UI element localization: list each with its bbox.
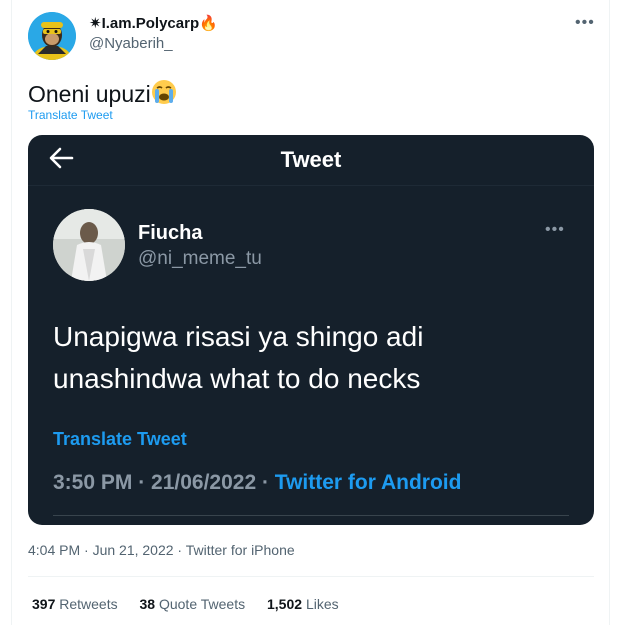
ape-avatar-icon: [28, 12, 76, 60]
tweet-text-content: Oneni upuzi: [28, 81, 151, 107]
tweet-timestamp[interactable]: 4:04 PM · Jun 21, 2022 · Twitter for iPh…: [28, 542, 295, 558]
embedded-tweet-screenshot[interactable]: Tweet Fiucha @ni_meme_tu ••• Unapigwa ri…: [28, 135, 594, 525]
crying-face-emoji-icon: [151, 79, 177, 111]
embedded-bottom-divider: [53, 515, 569, 516]
tweet-text: Oneni upuzi: [28, 79, 177, 111]
retweets-label: Retweets: [59, 596, 118, 612]
quote-tweets-stat[interactable]: 38 Quote Tweets: [140, 596, 246, 612]
retweets-count: 397: [32, 596, 56, 612]
embedded-tweet-text: Unapigwa risasi ya shingo adi unashindwa…: [53, 321, 424, 394]
translate-tweet-link[interactable]: Translate Tweet: [28, 108, 113, 122]
person-photo-icon: [53, 209, 125, 281]
embedded-author-name: Fiucha: [138, 222, 203, 244]
embedded-translate-label: Translate Tweet: [53, 429, 187, 449]
embedded-author-handle: @ni_meme_tu: [138, 248, 262, 269]
tweet-stats: 397 Retweets 38 Quote Tweets 1,502 Likes: [32, 596, 357, 612]
author-handle[interactable]: @Nyaberih_: [89, 35, 173, 52]
author-display-name[interactable]: ✷I.am.Polycarp🔥: [89, 14, 218, 32]
embedded-time: 3:50 PM · 21/06/2022 ·: [53, 471, 275, 494]
quotes-count: 38: [139, 596, 156, 612]
embedded-header-title: Tweet: [280, 147, 342, 172]
retweets-stat[interactable]: 397 Retweets: [32, 596, 118, 612]
likes-label: Likes: [305, 596, 339, 612]
embedded-more-icon: •••: [545, 221, 565, 238]
quotes-label: Quote Tweets: [158, 596, 246, 612]
author-avatar[interactable]: [28, 12, 76, 60]
embedded-source: Twitter for Android: [274, 471, 462, 494]
divider: [28, 576, 594, 577]
likes-count: 1,502: [267, 596, 303, 612]
embedded-divider: [28, 185, 594, 186]
embedded-timestamp: 3:50 PM · 21/06/2022 · Twitter for Andro…: [53, 471, 461, 495]
likes-stat[interactable]: 1,502 Likes: [267, 596, 339, 612]
embedded-author-avatar: [53, 209, 125, 281]
more-options-icon[interactable]: •••: [575, 14, 595, 32]
